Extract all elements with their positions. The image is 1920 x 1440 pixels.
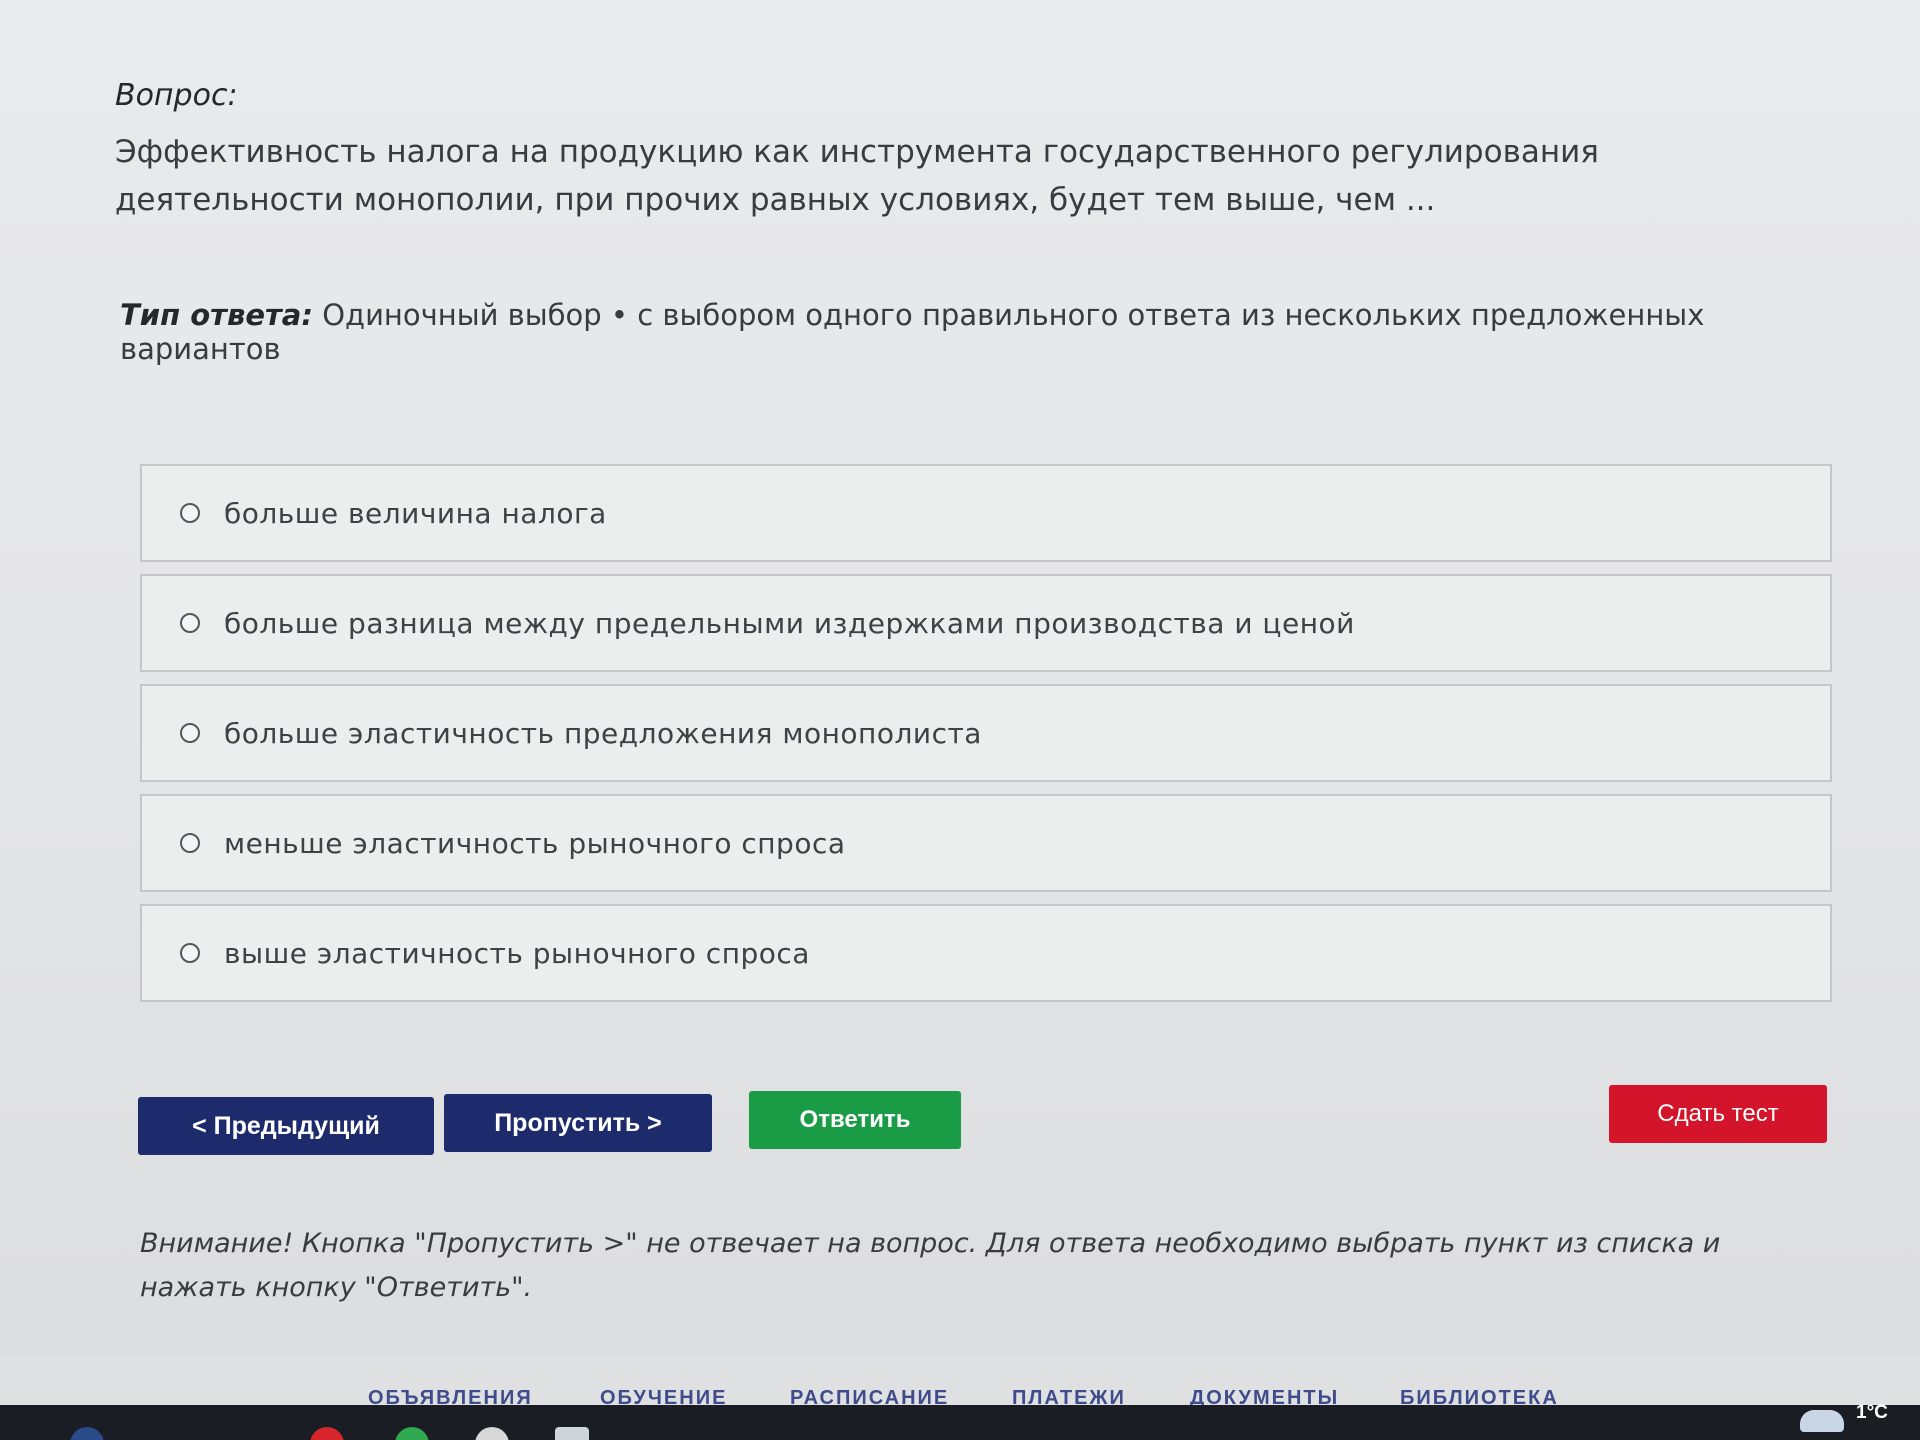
radio-button[interactable] (180, 503, 200, 523)
bottom-navigation: ОБЪЯВЛЕНИЯ ОБУЧЕНИЕ РАСПИСАНИЕ ПЛАТЕЖИ Д… (0, 1355, 1920, 1405)
answer-option[interactable]: больше величина налога (140, 464, 1832, 562)
taskbar-app-icon[interactable] (475, 1427, 509, 1440)
nav-item-announcements[interactable]: ОБЪЯВЛЕНИЯ (368, 1387, 533, 1405)
answer-option[interactable]: выше эластичность рыночного спроса (140, 904, 1832, 1002)
submit-test-button[interactable]: Сдать тест (1609, 1085, 1827, 1143)
radio-button[interactable] (180, 613, 200, 633)
answer-option[interactable]: больше разница между предельными издержк… (140, 574, 1832, 672)
answer-options-list: больше величина налога больше разница ме… (140, 464, 1832, 1014)
taskbar-app-icon[interactable] (395, 1427, 429, 1440)
weather-cloud-icon (1800, 1410, 1844, 1432)
answer-type-value: Одиночный выбор • с выбором одного прави… (120, 298, 1705, 366)
radio-button[interactable] (180, 723, 200, 743)
nav-item-payments[interactable]: ПЛАТЕЖИ (1012, 1387, 1126, 1405)
nav-item-schedule[interactable]: РАСПИСАНИЕ (790, 1387, 949, 1405)
skip-button[interactable]: Пропустить > (444, 1094, 712, 1152)
answer-type-label: Тип ответа: (120, 298, 313, 332)
answer-option[interactable]: меньше эластичность рыночного спроса (140, 794, 1832, 892)
question-label: Вопрос: (115, 78, 238, 113)
question-text: Эффективность налога на продукцию как ин… (115, 134, 1599, 218)
radio-button[interactable] (180, 833, 200, 853)
warning-note: Внимание! Кнопка "Пропустить >" не отвеч… (140, 1228, 1721, 1303)
option-label: больше эластичность предложения монополи… (224, 716, 982, 750)
nav-item-documents[interactable]: ДОКУМЕНТЫ (1190, 1387, 1339, 1405)
test-page: Вопрос: Эффективность налога на продукци… (0, 0, 1920, 1355)
taskbar-app-icon[interactable] (70, 1427, 104, 1440)
option-label: больше величина налога (224, 496, 607, 530)
os-taskbar (0, 1405, 1920, 1440)
answer-option[interactable]: больше эластичность предложения монополи… (140, 684, 1832, 782)
weather-temperature: 1°C (1856, 1402, 1888, 1423)
nav-item-library[interactable]: БИБЛИОТЕКА (1400, 1387, 1559, 1405)
option-label: больше разница между предельными издержк… (224, 606, 1355, 640)
answer-button[interactable]: Ответить (749, 1091, 961, 1149)
taskbar-app-icon[interactable] (555, 1427, 589, 1440)
taskbar-app-icon[interactable] (310, 1427, 344, 1440)
nav-item-learning[interactable]: ОБУЧЕНИЕ (600, 1387, 727, 1405)
option-label: меньше эластичность рыночного спроса (224, 826, 846, 860)
radio-button[interactable] (180, 943, 200, 963)
option-label: выше эластичность рыночного спроса (224, 936, 810, 970)
answer-type: Тип ответа: Одиночный выбор • с выбором … (120, 298, 1840, 366)
previous-button[interactable]: < Предыдущий (138, 1097, 434, 1155)
